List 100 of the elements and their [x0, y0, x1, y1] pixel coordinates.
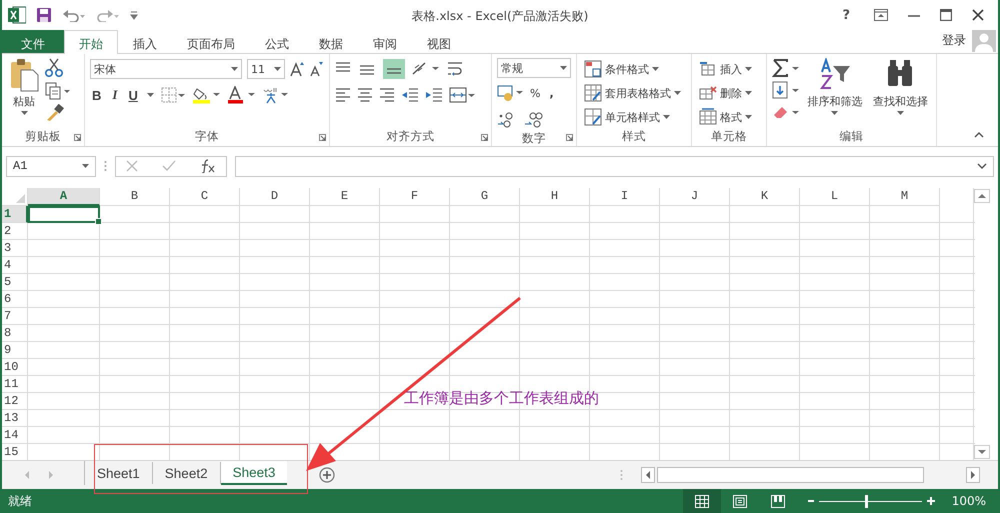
center-icon[interactable] — [357, 87, 373, 103]
number-format-dropdown[interactable]: 常规 — [497, 58, 571, 78]
ribbon-tab[interactable]: 页面布局 — [172, 30, 250, 53]
row-header[interactable]: 7 — [2, 308, 28, 325]
row-header[interactable]: 4 — [2, 256, 28, 274]
row-header[interactable]: 1 — [2, 206, 28, 223]
expand-icon[interactable] — [977, 163, 987, 170]
close-icon[interactable] — [972, 9, 984, 21]
zoom-level[interactable]: 100% — [952, 494, 986, 508]
accounting-format-icon[interactable] — [497, 84, 523, 102]
file-menu-tab[interactable]: 文件 — [2, 30, 64, 53]
format-painter-icon[interactable] — [45, 104, 65, 122]
cell-grid[interactable] — [28, 206, 975, 460]
row-header[interactable]: 5 — [2, 274, 28, 291]
merge-center-icon[interactable] — [449, 87, 475, 103]
sheet-tab[interactable]: Sheet1 — [85, 462, 153, 484]
column-header[interactable]: I — [590, 188, 660, 206]
column-header[interactable]: K — [730, 188, 800, 206]
column-header[interactable]: M — [870, 188, 940, 206]
ribbon-tab[interactable]: 审阅 — [358, 30, 412, 53]
caret-icon[interactable] — [831, 111, 838, 115]
ribbon-tab[interactable]: 公式 — [250, 30, 304, 53]
caret-icon[interactable] — [896, 111, 904, 115]
align-bottom-icon[interactable] — [383, 59, 405, 79]
row-header[interactable]: 2 — [2, 222, 28, 240]
align-right-icon[interactable] — [379, 87, 395, 103]
shrink-font-icon[interactable] — [309, 61, 323, 77]
horizontal-scrollbar[interactable] — [657, 467, 924, 484]
ribbon-tab[interactable]: 视图 — [412, 30, 466, 53]
dialog-launcher-icon[interactable] — [566, 134, 573, 141]
ribbon-tab[interactable]: 开始 — [64, 30, 118, 54]
row-header[interactable]: 9 — [2, 342, 28, 359]
caret-icon[interactable] — [82, 164, 89, 168]
caret-icon[interactable] — [560, 66, 567, 70]
caret-icon[interactable] — [146, 93, 154, 97]
row-header[interactable]: 6 — [2, 290, 28, 308]
caret-icon[interactable] — [652, 67, 659, 71]
insert-function-icon[interactable] — [200, 159, 216, 174]
font-color-icon[interactable] — [226, 86, 255, 104]
scroll-down-icon[interactable] — [974, 445, 990, 460]
caret-icon[interactable] — [745, 91, 752, 95]
maximize-icon[interactable] — [940, 9, 952, 21]
wrap-text-icon[interactable] — [445, 60, 465, 78]
font-name-dropdown[interactable]: 宋体 — [90, 59, 242, 79]
caret-icon[interactable] — [745, 115, 752, 119]
scroll-left-icon[interactable] — [641, 467, 655, 484]
caret-icon[interactable] — [745, 67, 752, 71]
row-header[interactable]: 15 — [2, 444, 28, 460]
decrease-indent-icon[interactable] — [401, 87, 419, 103]
undo-icon[interactable] — [62, 8, 86, 22]
scroll-up-icon[interactable] — [974, 188, 990, 203]
comma-button[interactable]: , — [547, 86, 556, 100]
dialog-launcher-icon[interactable] — [74, 134, 81, 141]
column-header[interactable]: F — [380, 188, 450, 206]
paste-button[interactable]: 粘贴 — [7, 58, 41, 128]
bold-button[interactable]: B — [90, 88, 104, 102]
cells-menu-button[interactable]: 格式 — [697, 106, 754, 128]
phonetic-guide-icon[interactable] — [262, 86, 288, 104]
caret-icon[interactable] — [663, 115, 670, 119]
sign-in-link[interactable]: 登录 — [942, 30, 966, 49]
slider-thumb[interactable] — [865, 494, 868, 508]
save-icon[interactable] — [36, 7, 52, 23]
grow-font-icon[interactable] — [290, 61, 304, 77]
caret-icon[interactable] — [274, 67, 281, 71]
decrease-decimal-icon[interactable] — [523, 110, 543, 128]
column-header[interactable]: D — [240, 188, 310, 206]
find-select-button[interactable]: 查找和选择 — [870, 58, 931, 128]
caret-icon[interactable] — [674, 91, 681, 95]
italic-button[interactable]: I — [110, 87, 120, 103]
sheet-tab[interactable]: Sheet3 — [220, 461, 288, 486]
row-header[interactable]: 3 — [2, 240, 28, 257]
help-button[interactable]: ? — [842, 8, 850, 22]
borders-icon[interactable] — [160, 87, 185, 103]
ribbon-tab[interactable]: 插入 — [118, 30, 172, 53]
name-box[interactable]: A1 — [6, 156, 96, 177]
font-size-dropdown[interactable]: 11 — [247, 59, 285, 79]
row-header[interactable]: 14 — [2, 426, 28, 444]
row-header[interactable]: 12 — [2, 392, 28, 410]
view-button[interactable] — [682, 489, 721, 513]
customize-toolbar-icon[interactable] — [130, 10, 138, 20]
row-header[interactable]: 10 — [2, 358, 28, 376]
align-left-icon[interactable] — [335, 87, 351, 103]
increase-indent-icon[interactable] — [425, 87, 443, 103]
scroll-right-icon[interactable] — [966, 467, 980, 484]
autosum-icon[interactable] — [772, 58, 800, 78]
ribbon-tab[interactable]: 数据 — [304, 30, 358, 53]
copy-icon[interactable] — [45, 82, 71, 100]
ribbon-display-icon[interactable] — [874, 9, 888, 21]
sort-filter-button[interactable]: 排序和筛选 — [804, 58, 866, 128]
zoom-in-icon[interactable] — [926, 496, 936, 506]
underline-button[interactable]: U — [126, 88, 140, 102]
column-header[interactable]: L — [800, 188, 870, 206]
formula-input[interactable] — [235, 156, 994, 177]
column-header[interactable]: H — [520, 188, 590, 206]
styles-menu-button[interactable]: 条件格式 — [582, 58, 683, 80]
add-sheet-icon[interactable] — [319, 467, 336, 484]
cells-menu-button[interactable]: 删除 — [697, 82, 754, 104]
percent-button[interactable]: % — [528, 86, 542, 100]
row-header[interactable]: 11 — [2, 376, 28, 393]
cells-menu-button[interactable]: 插入 — [697, 58, 754, 80]
